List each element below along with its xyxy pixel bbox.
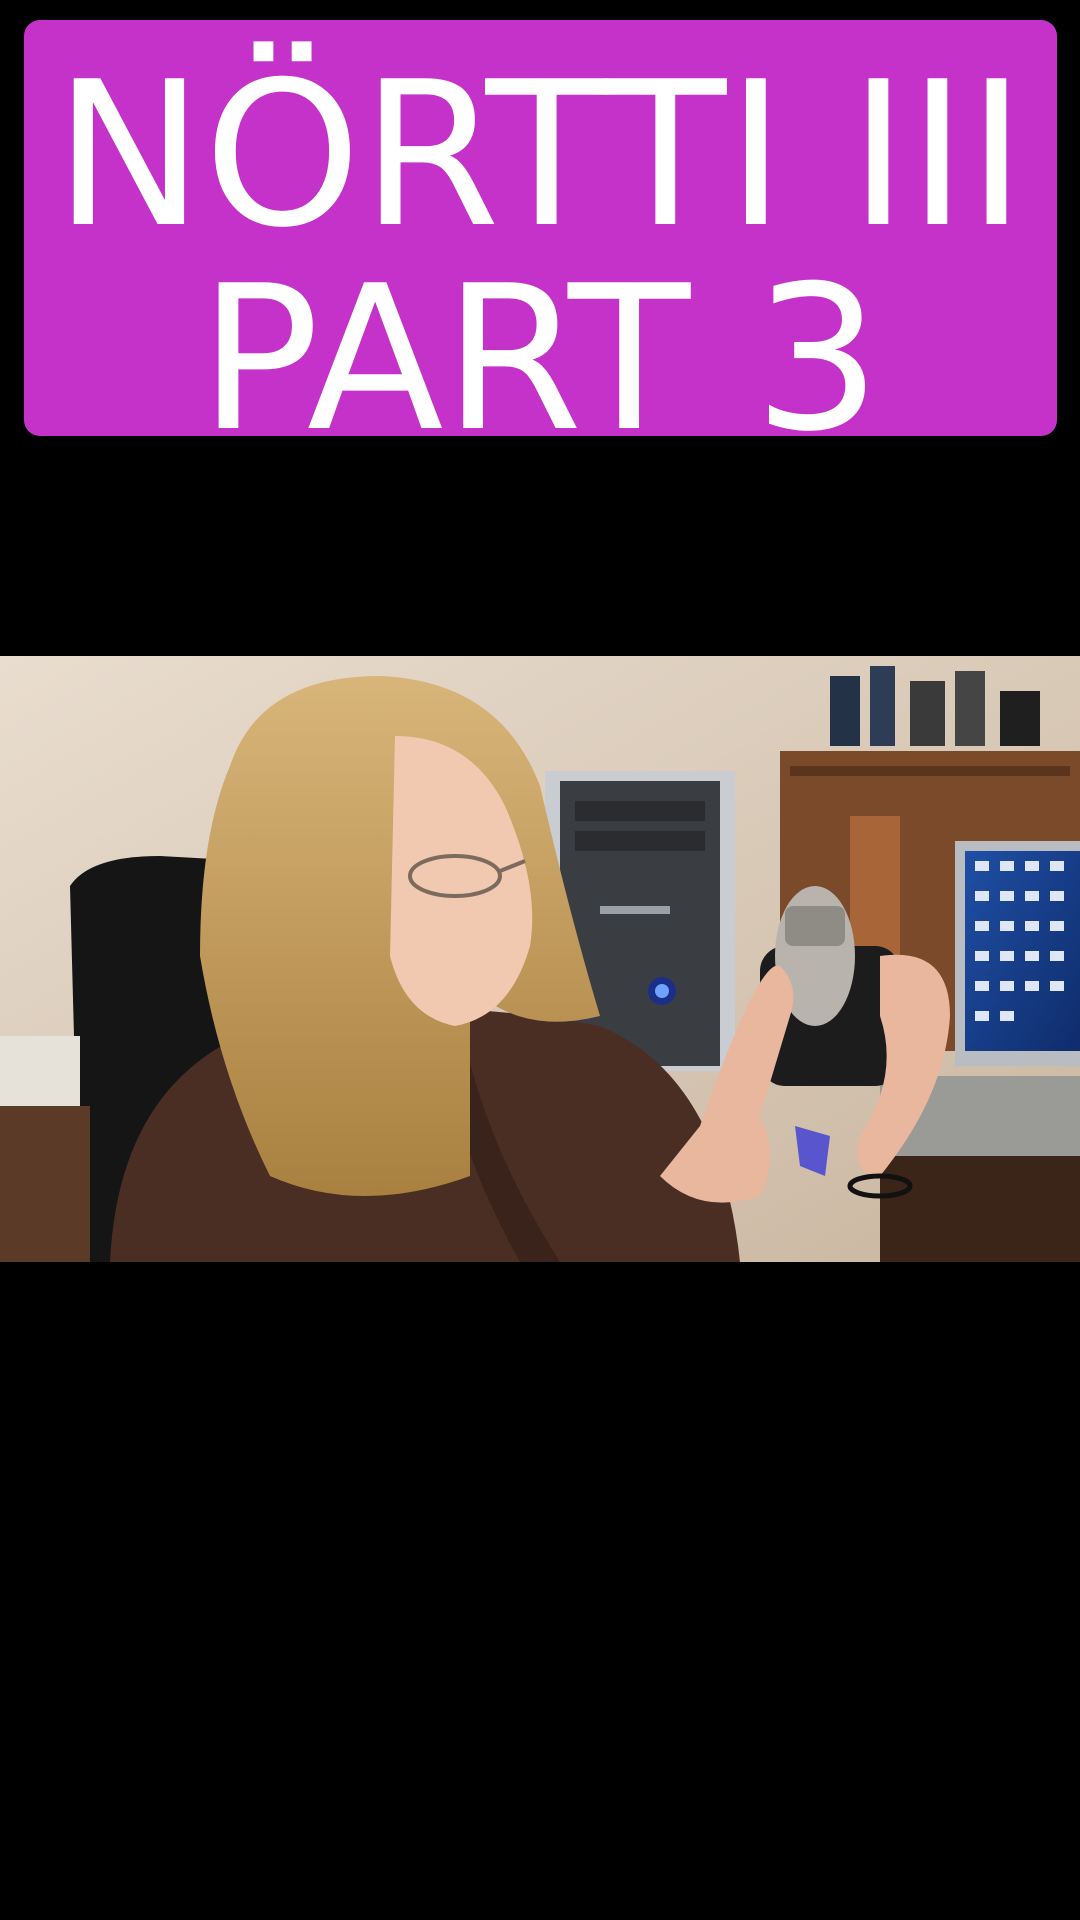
video-post-screen: NÖRTTI III PART 3	[0, 0, 1080, 1920]
video-frame[interactable]	[0, 656, 1080, 1262]
video-still-image	[0, 656, 1080, 1262]
title-line-1: NÖRTTI III	[54, 39, 1026, 272]
title-line-2: PART 3	[198, 243, 882, 476]
